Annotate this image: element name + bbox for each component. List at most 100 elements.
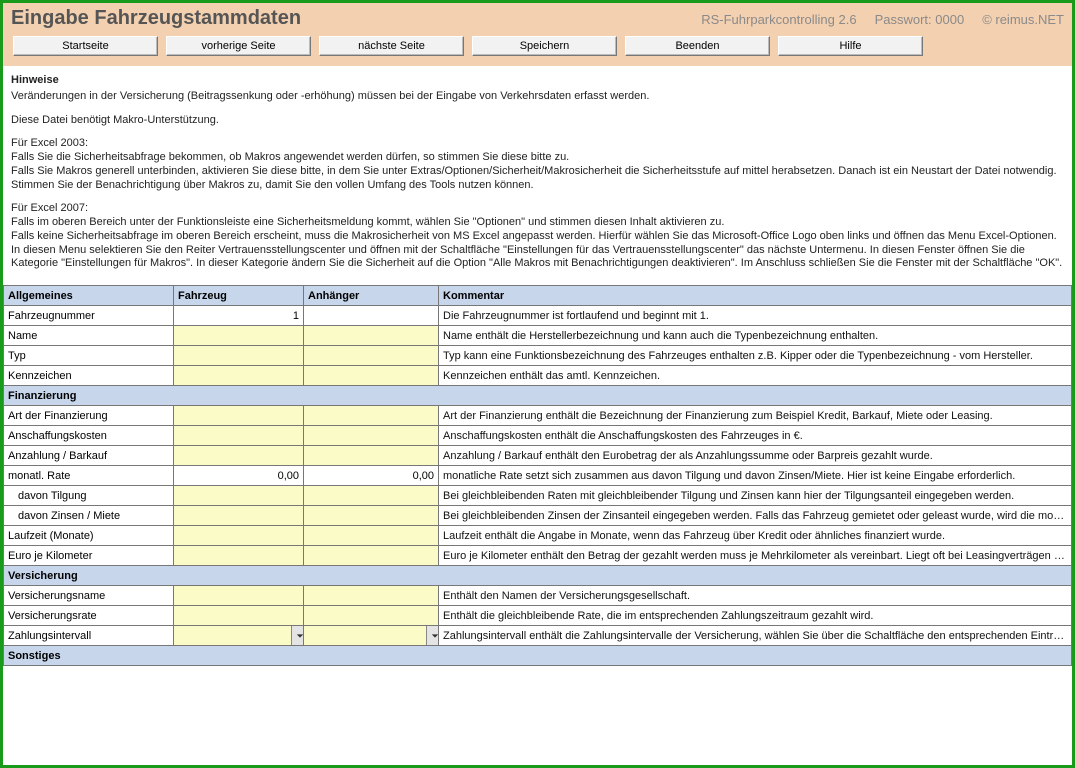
kennzeichen-anhaenger[interactable] [304, 366, 439, 386]
zahl-intervall-fahrzeug-value[interactable] [174, 626, 292, 645]
row-laufzeit: Laufzeit (Monate) Laufzeit enthält die A… [4, 526, 1072, 546]
hinweise-p1: Veränderungen in der Versicherung (Beitr… [11, 90, 1064, 104]
section-finanzierung: Finanzierung [4, 386, 1072, 406]
row-kennzeichen: Kennzeichen Kennzeichen enthält das amtl… [4, 366, 1072, 386]
comment-monatl-rate: monatliche Rate setzt sich zusammen aus … [439, 466, 1072, 486]
excel2003-line-b: Falls Sie Makros generell unterbinden, a… [11, 165, 1057, 191]
art-fin-fahrzeug[interactable] [174, 406, 304, 426]
comment-art-fin: Art der Finanzierung enthält die Bezeich… [439, 406, 1072, 426]
comment-zahl-intervall: Zahlungsintervall enthält die Zahlungsin… [439, 626, 1072, 646]
comment-tilgung: Bei gleichbleibenden Raten mit gleichble… [439, 486, 1072, 506]
app-frame: Eingabe Fahrzeugstammdaten RS-Fuhrparkco… [0, 0, 1075, 768]
typ-fahrzeug[interactable] [174, 346, 304, 366]
label-monatl-rate: monatl. Rate [4, 466, 174, 486]
art-fin-anhaenger[interactable] [304, 406, 439, 426]
anzahlung-anhaenger[interactable] [304, 446, 439, 466]
copyright: © reimus.NET [982, 12, 1064, 27]
anzahlung-fahrzeug[interactable] [174, 446, 304, 466]
hinweise-excel2007: Für Excel 2007: Falls im oberen Bereich … [11, 202, 1064, 271]
euro-km-fahrzeug[interactable] [174, 546, 304, 566]
anschaffung-anhaenger[interactable] [304, 426, 439, 446]
comment-vers-rate: Enthält die gleichbleibende Rate, die im… [439, 606, 1072, 626]
comment-kennzeichen: Kennzeichen enthält das amtl. Kennzeiche… [439, 366, 1072, 386]
euro-km-anhaenger[interactable] [304, 546, 439, 566]
help-button[interactable]: Hilfe [778, 36, 923, 56]
section-allgemeines: Allgemeines Fahrzeug Anhänger Kommentar [4, 286, 1072, 306]
save-button[interactable]: Speichern [472, 36, 617, 56]
comment-vers-name: Enthält den Namen der Versicherungsgesel… [439, 586, 1072, 606]
row-zahlungsintervall: Zahlungsintervall Zahlungsintervall en [4, 626, 1072, 646]
row-name: Name Name enthält die Herstellerbezeichn… [4, 326, 1072, 346]
label-typ: Typ [4, 346, 174, 366]
vers-rate-fahrzeug[interactable] [174, 606, 304, 626]
col-kommentar: Kommentar [439, 286, 1072, 306]
nav-button-row: Startseite vorherige Seite nächste Seite… [3, 32, 1072, 66]
chevron-down-icon[interactable] [291, 626, 304, 645]
comment-anschaffung: Anschaffungskosten enthält die Anschaffu… [439, 426, 1072, 446]
row-versicherungsname: Versicherungsname Enthält den Namen der … [4, 586, 1072, 606]
label-art-fin: Art der Finanzierung [4, 406, 174, 426]
zinsen-fahrzeug[interactable] [174, 506, 304, 526]
monatl-rate-fahrzeug: 0,00 [174, 466, 304, 486]
fahrzeugnummer-fahrzeug[interactable]: 1 [174, 306, 304, 326]
next-page-button[interactable]: nächste Seite [319, 36, 464, 56]
row-fahrzeugnummer: Fahrzeugnummer 1 Die Fahrzeugnummer ist … [4, 306, 1072, 326]
fahrzeugnummer-anhaenger[interactable] [304, 306, 439, 326]
anschaffung-fahrzeug[interactable] [174, 426, 304, 446]
name-anhaenger[interactable] [304, 326, 439, 346]
title-bar: Eingabe Fahrzeugstammdaten RS-Fuhrparkco… [3, 3, 1072, 32]
name-fahrzeug[interactable] [174, 326, 304, 346]
comment-name: Name enthält die Herstellerbezeichnung u… [439, 326, 1072, 346]
section-sonstiges: Sonstiges [4, 646, 1072, 666]
page-title: Eingabe Fahrzeugstammdaten [11, 7, 301, 30]
laufzeit-fahrzeug[interactable] [174, 526, 304, 546]
label-kennzeichen: Kennzeichen [4, 366, 174, 386]
label-zahl-intervall: Zahlungsintervall [4, 626, 174, 646]
col-allgemeines: Allgemeines [4, 286, 174, 306]
label-zinsen: davon Zinsen / Miete [4, 506, 174, 526]
row-typ: Typ Typ kann eine Funktionsbezeichnung d… [4, 346, 1072, 366]
row-anschaffungskosten: Anschaffungskosten Anschaffungskosten en… [4, 426, 1072, 446]
row-davon-tilgung: davon Tilgung Bei gleichbleibenden Raten… [4, 486, 1072, 506]
start-button[interactable]: Startseite [13, 36, 158, 56]
label-anzahlung: Anzahlung / Barkauf [4, 446, 174, 466]
tilgung-fahrzeug[interactable] [174, 486, 304, 506]
prev-page-button[interactable]: vorherige Seite [166, 36, 311, 56]
chevron-down-icon[interactable] [426, 626, 439, 645]
zahl-intervall-anhaenger-value[interactable] [304, 626, 427, 645]
zahl-intervall-anhaenger[interactable] [304, 626, 439, 646]
hinweise-block: Hinweise Veränderungen in der Versicheru… [3, 66, 1072, 285]
zahl-intervall-fahrzeug[interactable] [174, 626, 304, 646]
section-finanzierung-label: Finanzierung [4, 386, 1072, 406]
typ-anhaenger[interactable] [304, 346, 439, 366]
zinsen-anhaenger[interactable] [304, 506, 439, 526]
comment-laufzeit: Laufzeit enthält die Angabe in Monate, w… [439, 526, 1072, 546]
label-vers-rate: Versicherungsrate [4, 606, 174, 626]
row-euro-je-km: Euro je Kilometer Euro je Kilometer enth… [4, 546, 1072, 566]
hinweise-p2: Diese Datei benötigt Makro-Unterstützung… [11, 114, 1064, 128]
header: Eingabe Fahrzeugstammdaten RS-Fuhrparkco… [3, 3, 1072, 66]
exit-button[interactable]: Beenden [625, 36, 770, 56]
comment-anzahlung: Anzahlung / Barkauf enthält den Eurobetr… [439, 446, 1072, 466]
comment-euro-km: Euro je Kilometer enthält den Betrag der… [439, 546, 1072, 566]
excel2007-heading: Für Excel 2007: [11, 202, 88, 214]
excel2003-heading: Für Excel 2003: [11, 137, 88, 149]
label-laufzeit: Laufzeit (Monate) [4, 526, 174, 546]
section-versicherung-label: Versicherung [4, 566, 1072, 586]
tilgung-anhaenger[interactable] [304, 486, 439, 506]
excel2007-line-a: Falls im oberen Bereich unter der Funkti… [11, 216, 724, 228]
hinweise-title: Hinweise [11, 74, 1064, 88]
passwort-label: Passwort: 0000 [875, 12, 965, 27]
kennzeichen-fahrzeug[interactable] [174, 366, 304, 386]
vers-name-fahrzeug[interactable] [174, 586, 304, 606]
hinweise-excel2003: Für Excel 2003: Falls Sie die Sicherheit… [11, 137, 1064, 192]
product-name: RS-Fuhrparkcontrolling 2.6 [701, 12, 856, 27]
label-fahrzeugnummer: Fahrzeugnummer [4, 306, 174, 326]
laufzeit-anhaenger[interactable] [304, 526, 439, 546]
excel2003-line-a: Falls Sie die Sicherheitsabfrage bekomme… [11, 151, 569, 163]
section-sonstiges-label: Sonstiges [4, 646, 1072, 666]
excel2007-line-b: Falls keine Sicherheitsabfrage im oberen… [11, 230, 1062, 270]
vers-rate-anhaenger[interactable] [304, 606, 439, 626]
vers-name-anhaenger[interactable] [304, 586, 439, 606]
label-tilgung: davon Tilgung [4, 486, 174, 506]
